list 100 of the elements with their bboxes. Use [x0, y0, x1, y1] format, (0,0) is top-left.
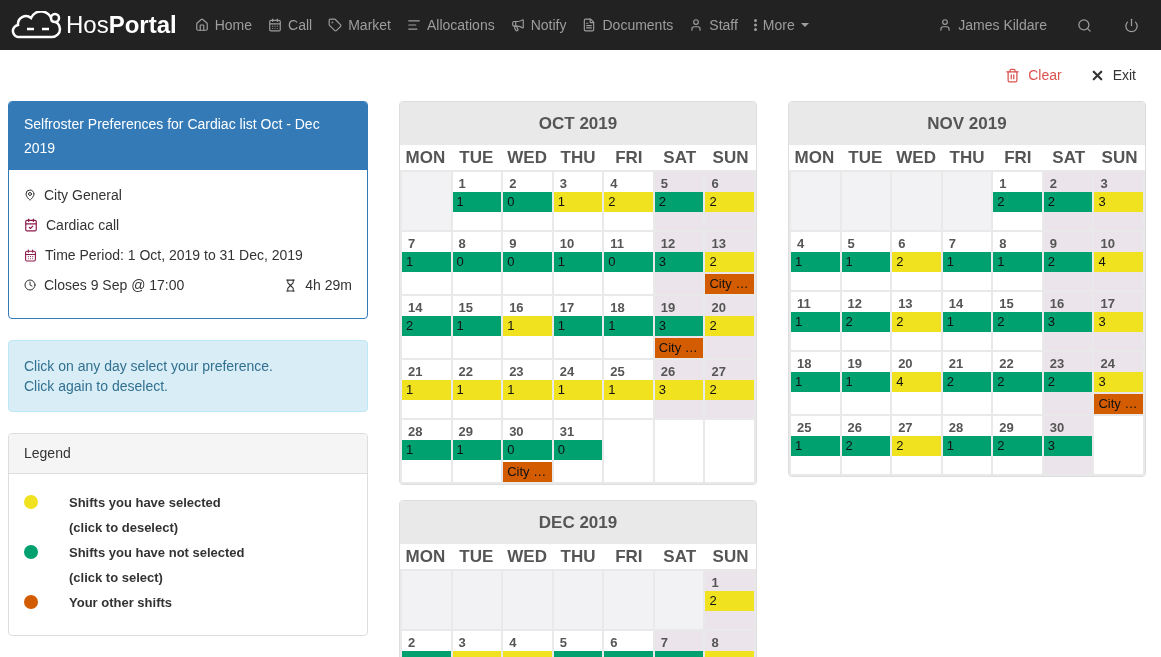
day-cell[interactable]: 10 1	[553, 232, 603, 294]
shift-bar[interactable]: 2	[705, 252, 754, 272]
day-cell[interactable]: 20 4	[892, 352, 941, 414]
day-cell[interactable]: 8 1	[993, 232, 1042, 290]
day-cell[interactable]: 13 2 City …	[705, 232, 754, 294]
shift-bar[interactable]: 2	[993, 192, 1042, 212]
day-cell[interactable]: 7 1	[402, 232, 451, 294]
day-cell[interactable]: 15 2	[993, 292, 1042, 350]
day-cell[interactable]: 29 1	[452, 420, 502, 482]
shift-bar[interactable]: 2	[841, 436, 891, 456]
day-cell[interactable]: 12 3	[654, 232, 704, 294]
day-cell[interactable]: 11 1	[791, 292, 840, 350]
shift-bar[interactable]: 4	[892, 372, 941, 392]
shift-bar[interactable]: 3	[654, 316, 704, 336]
day-cell[interactable]: 25 1	[791, 416, 840, 474]
shift-bar[interactable]: 3	[1094, 192, 1143, 212]
day-cell[interactable]: 21 1	[402, 360, 451, 418]
nav-link[interactable]: Market	[320, 0, 399, 50]
day-cell[interactable]: 2 2	[1043, 172, 1093, 230]
day-cell[interactable]: 3 1	[553, 172, 603, 230]
shift-bar[interactable]: 1	[452, 316, 502, 336]
day-cell[interactable]: 28 1	[402, 420, 451, 482]
day-cell[interactable]: 24 3 City …	[1094, 352, 1143, 414]
shift-bar[interactable]: 1	[791, 252, 840, 272]
day-cell[interactable]: 16 3	[1043, 292, 1093, 350]
day-cell[interactable]: 30 3	[1043, 416, 1093, 474]
day-cell[interactable]: 20 2	[705, 296, 754, 358]
day-cell[interactable]: 22 1	[452, 360, 502, 418]
shift-bar[interactable]: 1	[452, 192, 502, 212]
day-cell[interactable]: 27 2	[705, 360, 754, 418]
day-cell[interactable]: 16 1	[503, 296, 552, 358]
shift-bar[interactable]: 2	[993, 436, 1042, 456]
nav-link[interactable]: Documents	[574, 0, 682, 50]
day-cell[interactable]: 6 2	[892, 232, 941, 290]
shift-bar[interactable]: 2	[705, 380, 754, 400]
shift-bar[interactable]: 0	[503, 440, 552, 460]
day-cell[interactable]: 4 1	[791, 232, 840, 290]
shift-bar[interactable]: 1	[553, 316, 603, 336]
other-shift-bar[interactable]: City …	[1094, 394, 1143, 414]
day-cell[interactable]: 23 1	[503, 360, 552, 418]
shift-bar[interactable]: 0	[503, 252, 552, 272]
shift-bar[interactable]: 2	[892, 436, 941, 456]
day-cell[interactable]: 1 1	[452, 172, 502, 230]
day-cell[interactable]: 17 3	[1094, 292, 1143, 350]
brand-name[interactable]: HosPortal	[66, 13, 177, 37]
day-cell[interactable]: 5 2	[654, 172, 704, 230]
day-cell[interactable]: 3 3	[1094, 172, 1143, 230]
shift-bar[interactable]: 1	[841, 252, 891, 272]
exit-button[interactable]: Exit	[1089, 64, 1136, 86]
shift-bar[interactable]: 2	[604, 192, 653, 212]
day-cell[interactable]: 22 2	[993, 352, 1042, 414]
day-cell[interactable]: 14 2	[402, 296, 451, 358]
day-cell[interactable]: 26 3	[654, 360, 704, 418]
shift-bar[interactable]: 1	[452, 440, 502, 460]
shift-bar[interactable]: 1	[942, 312, 992, 332]
shift-bar[interactable]: 2	[705, 316, 754, 336]
shift-bar[interactable]: 1	[553, 192, 603, 212]
nav-link[interactable]: Call	[260, 0, 321, 50]
day-cell[interactable]: 30 0 City …	[503, 420, 552, 482]
day-cell[interactable]: 28 1	[942, 416, 992, 474]
nav-link[interactable]: Home	[186, 0, 261, 50]
day-cell[interactable]: 6	[604, 631, 653, 657]
user-menu[interactable]: James Kildare	[928, 14, 1057, 36]
shift-bar[interactable]: 2	[1043, 192, 1093, 212]
day-cell[interactable]: 5 1	[841, 232, 891, 290]
shift-bar[interactable]: 2	[1043, 252, 1093, 272]
day-cell[interactable]: 17 1	[553, 296, 603, 358]
shift-bar[interactable]: 1	[402, 380, 451, 400]
day-cell[interactable]: 27 2	[892, 416, 941, 474]
shift-bar[interactable]: 1	[452, 380, 502, 400]
shift-bar[interactable]: 3	[1094, 372, 1143, 392]
shift-bar[interactable]: 3	[1043, 436, 1093, 456]
shift-bar[interactable]: 1	[503, 380, 552, 400]
day-cell[interactable]: 7	[654, 631, 704, 657]
shift-bar[interactable]: 2	[1043, 372, 1093, 392]
day-cell[interactable]: 5	[553, 631, 603, 657]
day-cell[interactable]: 4	[503, 631, 552, 657]
day-cell[interactable]: 19 1	[841, 352, 891, 414]
shift-bar[interactable]: 3	[654, 380, 704, 400]
day-cell[interactable]: 18 1	[791, 352, 840, 414]
day-cell[interactable]: 14 1	[942, 292, 992, 350]
day-cell[interactable]: 6 2	[705, 172, 754, 230]
nav-link[interactable]: More	[745, 0, 817, 50]
day-cell[interactable]: 2 0	[503, 172, 552, 230]
shift-bar[interactable]: 1	[841, 372, 891, 392]
shift-bar[interactable]: 2	[402, 316, 451, 336]
day-cell[interactable]: 1 2	[993, 172, 1042, 230]
shift-bar[interactable]: 1	[942, 252, 992, 272]
shift-bar[interactable]: 2	[705, 591, 754, 611]
shift-bar[interactable]: 0	[503, 192, 552, 212]
other-shift-bar[interactable]: City …	[503, 462, 552, 482]
shift-bar[interactable]: 2	[892, 312, 941, 332]
day-cell[interactable]: 23 2	[1043, 352, 1093, 414]
shift-bar[interactable]: 2	[654, 192, 704, 212]
day-cell[interactable]: 31 0	[553, 420, 603, 482]
day-cell[interactable]: 24 1	[553, 360, 603, 418]
shift-bar[interactable]: 2	[993, 312, 1042, 332]
shift-bar[interactable]: 4	[1094, 252, 1143, 272]
nav-link[interactable]: Allocations	[399, 0, 503, 50]
day-cell[interactable]: 8	[705, 631, 754, 657]
